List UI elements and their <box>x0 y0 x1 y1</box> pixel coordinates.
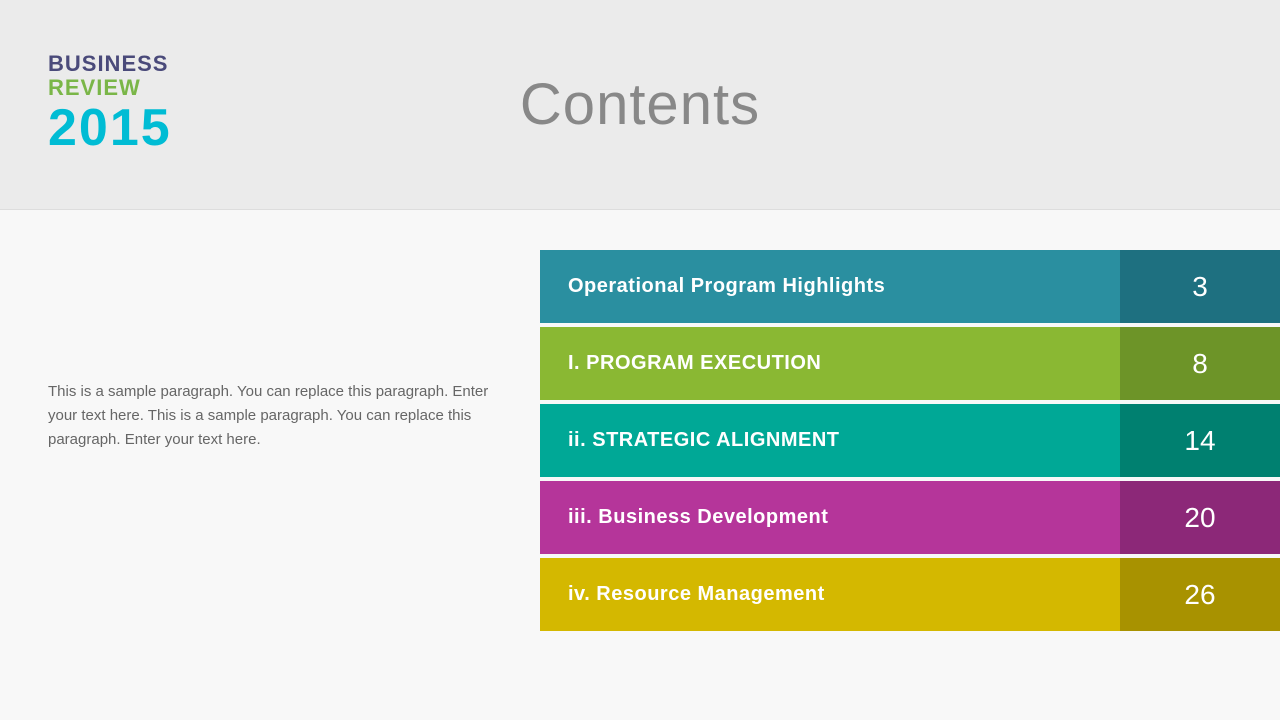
toc-label-2: ii. STRATEGIC ALIGNMENT <box>540 404 1120 477</box>
toc-page-4: 26 <box>1120 558 1280 631</box>
toc-row[interactable]: iii. Business Development20 <box>540 481 1280 554</box>
toc-row[interactable]: ii. STRATEGIC ALIGNMENT14 <box>540 404 1280 477</box>
page-title: Contents <box>0 71 1280 138</box>
toc-page-3: 20 <box>1120 481 1280 554</box>
toc-page-2: 14 <box>1120 404 1280 477</box>
table-of-contents: Operational Program Highlights3I. PROGRA… <box>540 250 1280 635</box>
brand-line2: REVIEW <box>48 76 172 100</box>
main-content: This is a sample paragraph. You can repl… <box>0 210 1280 720</box>
brand-year: 2015 <box>48 100 172 157</box>
toc-row[interactable]: iv. Resource Management26 <box>540 558 1280 631</box>
toc-label-3: iii. Business Development <box>540 481 1120 554</box>
left-panel: This is a sample paragraph. You can repl… <box>0 250 540 452</box>
sample-paragraph: This is a sample paragraph. You can repl… <box>48 380 500 452</box>
brand-line1: BUSINESS <box>48 52 172 76</box>
header: BUSINESS REVIEW 2015 Contents <box>0 0 1280 210</box>
toc-page-0: 3 <box>1120 250 1280 323</box>
toc-page-1: 8 <box>1120 327 1280 400</box>
toc-label-1: I. PROGRAM EXECUTION <box>540 327 1120 400</box>
toc-label-4: iv. Resource Management <box>540 558 1120 631</box>
brand: BUSINESS REVIEW 2015 <box>48 52 172 158</box>
toc-label-0: Operational Program Highlights <box>540 250 1120 323</box>
toc-row[interactable]: I. PROGRAM EXECUTION8 <box>540 327 1280 400</box>
toc-row[interactable]: Operational Program Highlights3 <box>540 250 1280 323</box>
